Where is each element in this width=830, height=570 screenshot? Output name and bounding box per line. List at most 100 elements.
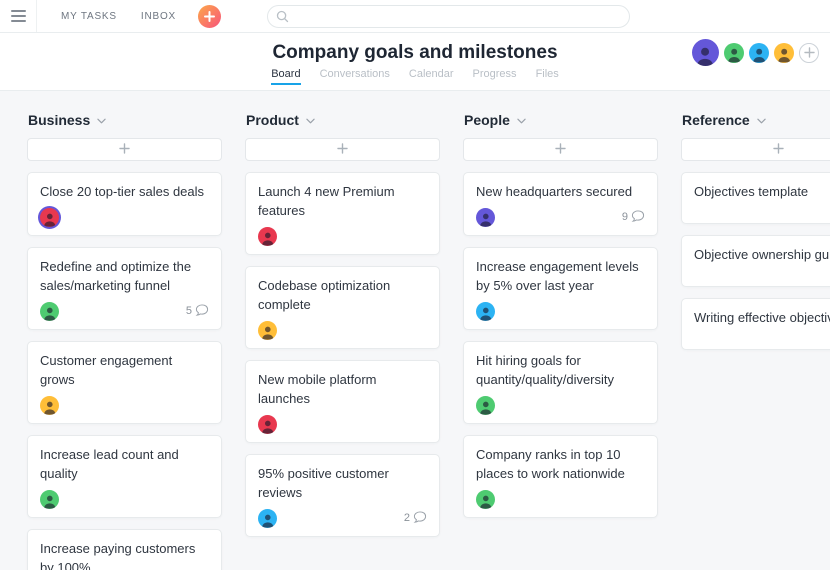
assignee-avatar xyxy=(258,227,277,246)
task-card-title: New mobile platform launches xyxy=(258,370,427,408)
task-card[interactable]: Objective ownership guide xyxy=(681,235,830,287)
task-card-title: Writing effective objectives xyxy=(694,308,830,327)
tab-files[interactable]: Files xyxy=(536,68,559,85)
view-tabs: Board Conversations Calendar Progress Files xyxy=(0,68,830,85)
task-card[interactable]: Increase lead count and quality xyxy=(27,435,222,518)
assignee-avatar xyxy=(476,396,495,415)
comment-bubble-icon xyxy=(413,510,427,527)
task-card-footer xyxy=(476,395,645,415)
task-card-title: Launch 4 new Premium features xyxy=(258,182,427,220)
tab-calendar[interactable]: Calendar xyxy=(409,68,454,85)
task-card-title: Increase engagement levels by 5% over la… xyxy=(476,257,645,295)
search-bar[interactable] xyxy=(267,5,630,28)
project-header: Company goals and milestones BoardConver… xyxy=(0,33,830,91)
task-card[interactable]: Redefine and optimize the sales/marketin… xyxy=(27,247,222,330)
comment-indicator: 5 xyxy=(186,303,209,320)
task-card-footer xyxy=(40,395,209,415)
chevron-down-icon xyxy=(306,118,315,124)
task-card-title: Close 20 top-tier sales deals xyxy=(40,182,209,201)
task-card[interactable]: Codebase optimization complete xyxy=(245,266,440,349)
avatar[interactable] xyxy=(774,43,794,63)
search-input[interactable] xyxy=(295,10,621,22)
avatar[interactable] xyxy=(724,43,744,63)
comment-count: 5 xyxy=(186,306,192,317)
task-card[interactable]: Close 20 top-tier sales deals xyxy=(27,172,222,236)
assignee-avatar xyxy=(258,415,277,434)
chevron-down-icon xyxy=(757,118,766,124)
task-card-footer xyxy=(40,207,209,227)
member-avatars xyxy=(692,39,819,66)
assignee-avatar xyxy=(40,396,59,415)
task-card[interactable]: Increase paying customers by 100% xyxy=(27,529,222,570)
task-card-footer xyxy=(258,320,427,340)
add-card-button[interactable] xyxy=(245,138,440,161)
avatar[interactable] xyxy=(692,39,719,66)
task-card-footer: 2 xyxy=(258,508,427,528)
task-card[interactable]: Customer engagement grows xyxy=(27,341,222,424)
assignee-avatar xyxy=(40,302,59,321)
plus-icon xyxy=(337,141,348,159)
comment-count: 9 xyxy=(622,212,628,223)
card-list: New headquarters secured 9 Increase engage… xyxy=(463,172,658,518)
task-card-title: Company ranks in top 10 places to work n… xyxy=(476,445,645,483)
column-header[interactable]: Business xyxy=(27,112,222,128)
chevron-down-icon xyxy=(517,118,526,124)
hamburger-icon xyxy=(11,10,26,22)
task-card[interactable]: Writing effective objectives xyxy=(681,298,830,350)
task-card[interactable]: Increase engagement levels by 5% over la… xyxy=(463,247,658,330)
task-card-footer xyxy=(258,414,427,434)
plus-icon xyxy=(204,11,215,22)
tab-board[interactable]: Board xyxy=(271,68,300,85)
task-card-title: Objective ownership guide xyxy=(694,245,830,264)
column-header[interactable]: Product xyxy=(245,112,440,128)
tab-progress[interactable]: Progress xyxy=(473,68,517,85)
sidebar-toggle-button[interactable] xyxy=(0,0,37,32)
add-member-button[interactable] xyxy=(799,43,819,63)
board-column-product: Product Launch 4 new Premium features Code… xyxy=(245,112,440,570)
task-card[interactable]: Hit hiring goals for quantity/quality/di… xyxy=(463,341,658,424)
task-card-footer xyxy=(258,226,427,246)
add-card-button[interactable] xyxy=(681,138,830,161)
assignee-avatar xyxy=(258,509,277,528)
task-card[interactable]: 95% positive customer reviews 2 xyxy=(245,454,440,537)
task-card[interactable]: Company ranks in top 10 places to work n… xyxy=(463,435,658,518)
comment-bubble-icon xyxy=(195,303,209,320)
task-card-title: 95% positive customer reviews xyxy=(258,464,427,502)
add-card-button[interactable] xyxy=(463,138,658,161)
board-column-people: People New headquarters secured 9 Increase … xyxy=(463,112,658,570)
task-card-title: Redefine and optimize the sales/marketin… xyxy=(40,257,209,295)
card-list: Objectives template Objective ownership g… xyxy=(681,172,830,350)
nav-inbox[interactable]: INBOX xyxy=(141,11,176,22)
comment-indicator: 9 xyxy=(622,209,645,226)
task-card[interactable]: Objectives template xyxy=(681,172,830,224)
task-card-title: Customer engagement grows xyxy=(40,351,209,389)
quick-add-button[interactable] xyxy=(198,5,221,28)
assignee-avatar xyxy=(476,208,495,227)
comment-count: 2 xyxy=(404,513,410,524)
task-card-footer xyxy=(476,489,645,509)
assignee-avatar xyxy=(258,321,277,340)
task-card-footer xyxy=(40,489,209,509)
plus-icon xyxy=(773,141,784,159)
column-title: People xyxy=(464,112,510,128)
column-header[interactable]: People xyxy=(463,112,658,128)
column-header[interactable]: Reference xyxy=(681,112,830,128)
task-card-footer: 9 xyxy=(476,207,645,227)
task-card[interactable]: New headquarters secured 9 xyxy=(463,172,658,236)
column-title: Product xyxy=(246,112,299,128)
avatar[interactable] xyxy=(749,43,769,63)
top-bar: MY TASKS INBOX xyxy=(0,0,830,33)
task-card[interactable]: Launch 4 new Premium features xyxy=(245,172,440,255)
task-card-footer: 5 xyxy=(40,301,209,321)
task-card-title: Objectives template xyxy=(694,182,830,201)
assignee-avatar xyxy=(476,302,495,321)
comment-bubble-icon xyxy=(631,209,645,226)
nav-my-tasks[interactable]: MY TASKS xyxy=(61,11,117,22)
tab-conversations[interactable]: Conversations xyxy=(320,68,390,85)
chevron-down-icon xyxy=(97,118,106,124)
add-card-button[interactable] xyxy=(27,138,222,161)
task-card[interactable]: New mobile platform launches xyxy=(245,360,440,443)
comment-indicator: 2 xyxy=(404,510,427,527)
task-card-title: New headquarters secured xyxy=(476,182,645,201)
task-card-title: Codebase optimization complete xyxy=(258,276,427,314)
